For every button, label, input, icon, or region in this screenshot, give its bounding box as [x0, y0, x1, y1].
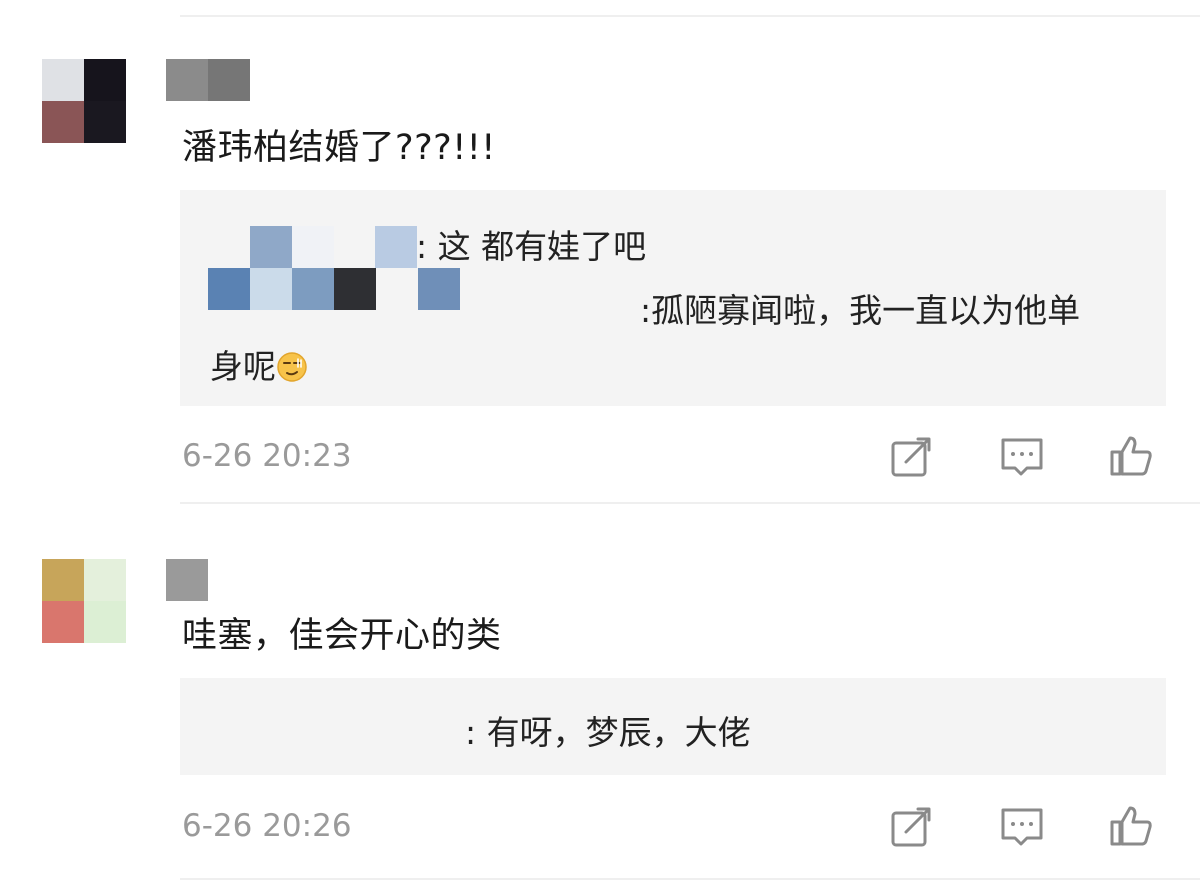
like-icon[interactable] [1108, 432, 1154, 478]
smirk-face-icon [276, 351, 308, 383]
reply-text: : 这 都有娃了吧 [416, 227, 647, 266]
reply-text: : 有呀，梦辰，大佬 [465, 713, 751, 752]
username[interactable] [166, 559, 208, 601]
bottom-divider [180, 878, 1200, 880]
avatar[interactable] [42, 559, 126, 643]
like-icon[interactable] [1108, 802, 1154, 848]
comment-divider [180, 502, 1200, 504]
reply-box[interactable]: : 有呀，梦辰，大佬 [180, 678, 1166, 775]
timestamp: 6-26 20:23 [182, 438, 352, 474]
username[interactable] [166, 59, 250, 101]
reply-box[interactable]: : 这 都有娃了吧 :孤陋寡闻啦，我一直以为他单 身呢 [180, 190, 1166, 406]
top-divider [180, 15, 1200, 17]
avatar[interactable] [42, 59, 126, 143]
comment-text: 潘玮柏结婚了???!!! [182, 128, 496, 168]
share-icon[interactable] [888, 804, 934, 850]
reply-text-continuation: 身呢 [210, 347, 276, 386]
reply-text-continued: 身呢 [210, 340, 308, 388]
share-icon[interactable] [888, 434, 934, 480]
reply-text: :孤陋寡闻啦，我一直以为他单 [640, 291, 1081, 330]
comment-icon[interactable] [999, 434, 1045, 480]
comment-icon[interactable] [999, 804, 1045, 850]
comment-text: 哇塞，佳会开心的类 [182, 616, 502, 656]
timestamp: 6-26 20:26 [182, 808, 352, 844]
